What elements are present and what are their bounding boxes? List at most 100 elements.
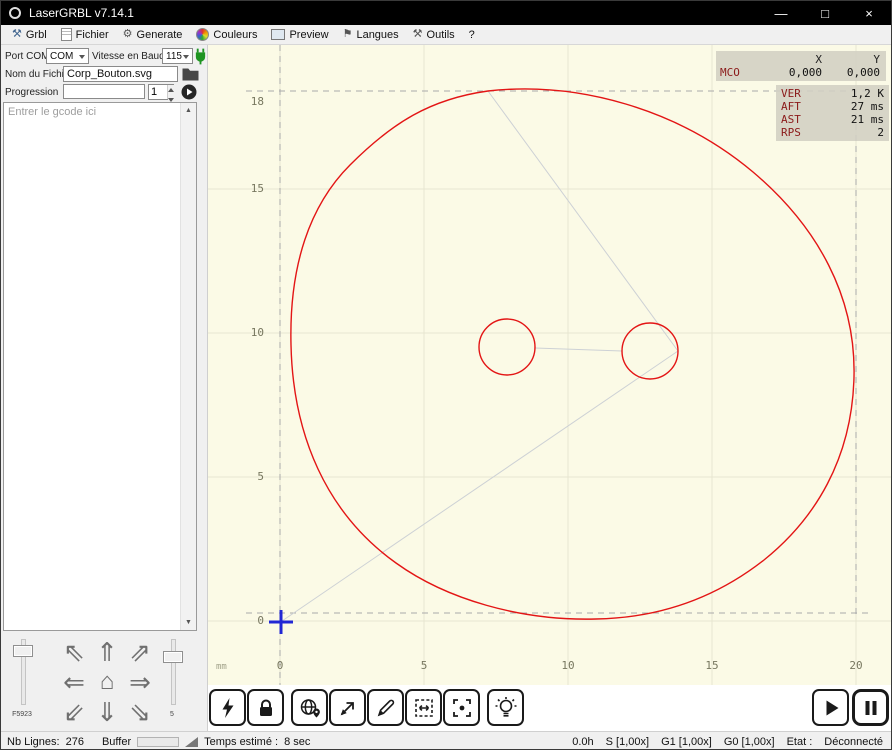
menu-label: Fichier [76, 29, 109, 41]
menu-generate[interactable]: ⚙ Generate [116, 27, 190, 43]
center-button[interactable] [443, 689, 480, 726]
filename-input[interactable] [63, 66, 178, 82]
buffer-bar [137, 737, 179, 747]
g0-override[interactable]: G0 [1,00x] [724, 736, 775, 748]
passes-value[interactable] [149, 85, 167, 99]
laser-focus-button[interactable] [209, 689, 246, 726]
perf-value: 21 ms [851, 113, 884, 126]
jog-up-right-button[interactable]: ⇗ [125, 637, 155, 667]
jog-up-button[interactable]: ⇑ [92, 637, 122, 667]
toolpath-circle [479, 319, 535, 375]
passes-stepper[interactable] [148, 84, 174, 100]
jog-step-value: 5 [153, 711, 191, 718]
hours-value: 0.0h [572, 736, 593, 748]
plug-icon [194, 47, 207, 66]
scroll-up-button[interactable]: ▲ [181, 103, 196, 118]
x-tick-label: 0 [269, 659, 291, 672]
spin-up-icon[interactable] [168, 85, 174, 95]
jog-speed-slider[interactable] [9, 637, 35, 707]
progress-label: Progression [5, 87, 58, 98]
jog-down-button[interactable]: ⇓ [92, 697, 122, 727]
baud-value: 115 [166, 51, 182, 62]
mco-spacer [720, 53, 764, 66]
speed-ramp-icon [185, 737, 198, 747]
slider-track [171, 639, 176, 705]
minimize-button[interactable]: — [759, 1, 803, 25]
menubar: ⚒ Grbl Fichier ⚙ Generate Couleurs Previ… [1, 25, 891, 45]
lines-value: 276 [66, 736, 84, 748]
frame-button[interactable] [405, 689, 442, 726]
laser-blink-button[interactable] [487, 689, 524, 726]
scroll-down-button[interactable]: ▼ [181, 615, 196, 630]
slider-thumb[interactable] [13, 645, 33, 657]
chevron-down-icon [79, 55, 85, 62]
state-label: Etat : [787, 736, 813, 748]
gcode-input[interactable]: Entrer le gcode ici ▲ ▼ [3, 102, 197, 631]
jog-step-slider[interactable] [159, 637, 185, 707]
performance-overlay: VER1,2 K AFT27 ms AST21 ms RPS2 [776, 85, 889, 141]
menu-label: Preview [289, 29, 328, 41]
jog-left-button[interactable]: ⇐ [59, 667, 89, 697]
lasergrbl-window: LaserGRBL v7.14.1 — □ × ⚒ Grbl Fichier ⚙… [0, 0, 892, 750]
perf-key: VER [781, 87, 801, 100]
jog-speed-value: F5923 [3, 711, 41, 718]
grid-lines [208, 45, 892, 685]
jog-down-right-button[interactable]: ⇘ [125, 697, 155, 727]
jog-home-button[interactable]: ⌂ [92, 667, 122, 697]
perf-key: AST [781, 113, 801, 126]
wrench-icon: ⚒ [12, 29, 22, 40]
menu-label: ? [469, 29, 475, 41]
menu-outils[interactable]: ⚒ Outils [406, 27, 462, 43]
g1-override[interactable]: G1 [1,00x] [661, 736, 712, 748]
play-button[interactable] [812, 689, 849, 726]
jog-up-left-button[interactable]: ⇖ [59, 637, 89, 667]
mco-label: MCO [720, 66, 764, 79]
x-tick-label: 15 [701, 659, 723, 672]
menu-fichier[interactable]: Fichier [54, 26, 116, 43]
gear-icon: ⚙ [123, 29, 133, 40]
lock-button[interactable] [247, 689, 284, 726]
port-com-select[interactable]: COM [46, 48, 89, 64]
progress-bar [63, 84, 145, 99]
s-override[interactable]: S [1,00x] [606, 736, 649, 748]
toolpath-svg [208, 45, 892, 685]
send-position-button[interactable] [291, 689, 328, 726]
baud-select[interactable]: 115 [162, 48, 193, 64]
pen-button[interactable] [367, 689, 404, 726]
bottom-toolbar [208, 685, 892, 731]
mco-y-header: Y [822, 53, 880, 66]
globe-pin-icon [298, 696, 322, 720]
menu-couleurs[interactable]: Couleurs [189, 26, 264, 43]
center-icon [450, 696, 474, 720]
frame-icon [412, 696, 436, 720]
x-tick-label: 5 [413, 659, 435, 672]
preview-canvas[interactable]: 18 15 10 5 0 mm 0 5 10 15 20 X Y MCO 0,0… [208, 45, 892, 685]
port-com-value: COM [50, 51, 73, 62]
jog-right-button[interactable]: ⇒ [125, 667, 155, 697]
trace-border-button[interactable] [329, 689, 366, 726]
close-button[interactable]: × [847, 1, 891, 25]
titlebar: LaserGRBL v7.14.1 — □ × [1, 1, 891, 25]
menu-preview[interactable]: Preview [264, 27, 335, 43]
pause-button[interactable] [852, 689, 889, 726]
lock-icon [254, 696, 278, 720]
time-value: 8 sec [284, 736, 310, 748]
toolpath-outline [291, 89, 854, 619]
play-circle-icon [181, 84, 197, 100]
baud-label: Vitesse en Baud [92, 51, 165, 62]
slider-thumb[interactable] [163, 651, 183, 663]
app-icon [9, 7, 21, 19]
jog-down-left-button[interactable]: ⇙ [59, 697, 89, 727]
bulb-icon [494, 696, 518, 720]
perf-key: AFT [781, 100, 801, 113]
unit-label: mm [216, 662, 227, 672]
menu-help[interactable]: ? [462, 27, 482, 43]
gcode-scrollbar[interactable]: ▲ ▼ [180, 103, 196, 630]
maximize-button[interactable]: □ [803, 1, 847, 25]
y-tick-label: 10 [236, 326, 264, 339]
y-tick-label: 15 [236, 182, 264, 195]
menu-grbl[interactable]: ⚒ Grbl [5, 27, 54, 43]
mco-y-value: 0,000 [822, 66, 880, 79]
menu-langues[interactable]: ⚑ Langues [336, 27, 406, 43]
menu-label: Couleurs [213, 29, 257, 41]
